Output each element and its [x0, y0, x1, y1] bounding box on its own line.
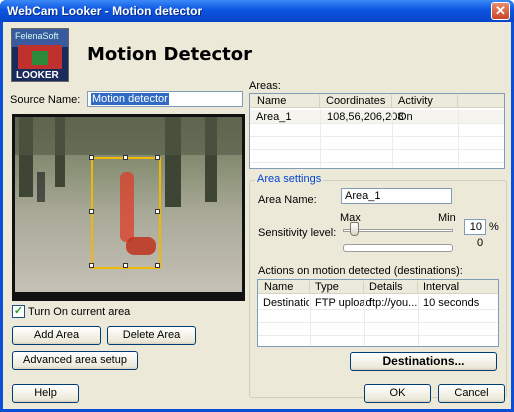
destinations-button[interactable]: Destinations...	[350, 352, 497, 371]
column-header-details[interactable]: Details	[364, 281, 418, 294]
help-button[interactable]: Help	[12, 384, 79, 403]
turn-on-area-label: Turn On current area	[28, 306, 131, 318]
dialog-client: FelenaSoft LOOKER Motion Detector Source…	[3, 22, 511, 409]
logo-text-bottom: LOOKER	[16, 70, 59, 81]
source-name-label: Source Name:	[10, 94, 81, 106]
resize-handle[interactable]	[155, 155, 160, 160]
window-title: WebCam Looker - Motion detector	[7, 4, 203, 18]
resize-handle[interactable]	[123, 155, 128, 160]
column-header-type[interactable]: Type	[310, 281, 364, 294]
sensitivity-level-label: Sensitivity level:	[258, 227, 337, 239]
activity-meter	[343, 244, 453, 252]
area-settings-title: Area settings	[255, 173, 324, 185]
actions-label: Actions on motion detected (destinations…	[258, 265, 463, 277]
sensitivity-value-field[interactable]: 10	[464, 219, 486, 235]
ok-button[interactable]: OK	[364, 384, 431, 403]
turn-on-area-checkbox[interactable]: ✓	[12, 305, 25, 318]
table-row[interactable]: Destinatio... FTP upload ftp://you... 10…	[258, 296, 498, 309]
area-name-label: Area Name:	[258, 194, 317, 206]
motion-area-rectangle[interactable]	[89, 155, 161, 269]
sensitivity-min-label: Min	[438, 212, 456, 224]
resize-handle[interactable]	[155, 263, 160, 268]
resize-handle[interactable]	[155, 209, 160, 214]
column-header-name[interactable]: Name	[250, 95, 320, 108]
area-name-field[interactable]: Area_1	[341, 188, 452, 204]
column-header-interval[interactable]: Interval	[418, 281, 498, 294]
destinations-list[interactable]: Name Type Details Interval Destinatio...…	[257, 279, 499, 347]
destinations-list-header: Name Type Details Interval	[258, 280, 498, 294]
cancel-button[interactable]: Cancel	[438, 384, 505, 403]
app-logo: FelenaSoft LOOKER	[11, 28, 69, 82]
areas-label: Areas:	[249, 80, 281, 92]
resize-handle[interactable]	[89, 155, 94, 160]
percent-sign: %	[489, 221, 499, 233]
table-row[interactable]: Area_1 108,56,206,208 On	[250, 110, 504, 123]
areas-list-header: Name Coordinates Activity	[250, 94, 504, 108]
area-activity-cell: On	[398, 111, 413, 123]
destination-details-cell: ftp://you...	[369, 297, 417, 309]
delete-area-button[interactable]: Delete Area	[107, 326, 196, 345]
close-button[interactable]: ✕	[491, 2, 510, 20]
column-header-activity[interactable]: Activity	[392, 95, 458, 108]
logo-text-top: FelenaSoft	[15, 31, 59, 41]
advanced-area-setup-button[interactable]: Advanced area setup	[12, 351, 138, 370]
source-name-value: Motion detector	[91, 93, 169, 105]
resize-handle[interactable]	[123, 263, 128, 268]
column-header-name[interactable]: Name	[258, 281, 310, 294]
destination-name-cell: Destinatio...	[263, 297, 309, 309]
video-preview[interactable]	[12, 114, 245, 301]
title-bar[interactable]: WebCam Looker - Motion detector ✕	[0, 0, 514, 22]
add-area-button[interactable]: Add Area	[12, 326, 101, 345]
sensitivity-slider-thumb[interactable]	[350, 222, 359, 236]
source-name-field[interactable]: Motion detector	[87, 91, 243, 107]
page-title: Motion Detector	[87, 44, 252, 65]
resize-handle[interactable]	[89, 209, 94, 214]
column-header-coordinates[interactable]: Coordinates	[320, 95, 392, 108]
sensitivity-slider-track[interactable]	[343, 229, 453, 232]
areas-list[interactable]: Name Coordinates Activity Area_1 108,56,…	[249, 93, 505, 169]
dialog-window: WebCam Looker - Motion detector ✕ Felena…	[0, 0, 514, 412]
destination-interval-cell: 10 seconds	[423, 297, 480, 309]
activity-value: 0	[477, 237, 484, 249]
resize-handle[interactable]	[89, 263, 94, 268]
area-name-cell: Area_1	[256, 111, 292, 123]
